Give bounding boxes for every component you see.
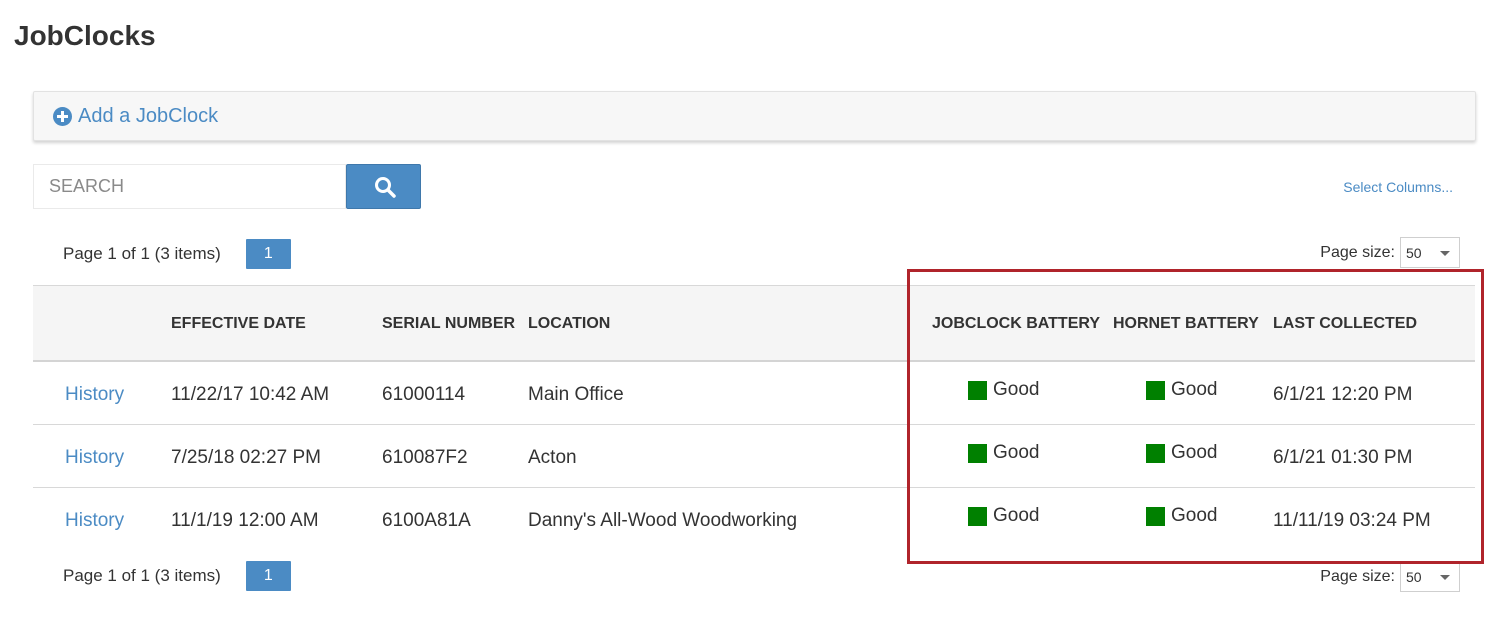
jobclock-battery-status: Good (993, 379, 1040, 400)
chevron-down-icon (1440, 251, 1450, 256)
page-number-button[interactable]: 1 (245, 239, 291, 269)
page-size-select[interactable]: 50 (1400, 561, 1460, 592)
column-header-location[interactable]: LOCATION (528, 315, 610, 333)
history-link[interactable]: History (65, 447, 124, 469)
search-input[interactable] (33, 164, 346, 209)
page-title: JobClocks (14, 20, 156, 51)
table-header: EFFECTIVE DATE SERIAL NUMBER LOCATION JO… (33, 285, 1475, 362)
column-header-effective-date[interactable]: EFFECTIVE DATE (171, 315, 306, 333)
serial-number-cell: 6100A81A (382, 510, 471, 531)
status-good-icon (1146, 380, 1165, 400)
add-jobclock-panel: Add a JobClock (33, 91, 1476, 141)
jobclocks-table: EFFECTIVE DATE SERIAL NUMBER LOCATION JO… (33, 285, 1475, 551)
serial-number-cell: 610087F2 (382, 447, 468, 468)
hornet-battery-status: Good (1171, 442, 1218, 463)
serial-number-cell: 61000114 (382, 384, 466, 405)
jobclock-battery-status: Good (993, 442, 1040, 463)
history-link[interactable]: History (65, 384, 124, 406)
table-row: History 7/25/18 02:27 PM 610087F2 Acton … (33, 425, 1475, 488)
jobclock-battery-cell: Good (968, 379, 1039, 401)
search-icon (375, 177, 396, 198)
page-size-label: Page size: (1320, 243, 1395, 261)
pager-bottom: Page 1 of 1 (3 items) 1 (63, 561, 291, 591)
last-collected-cell: 6/1/21 01:30 PM (1273, 447, 1413, 468)
hornet-battery-cell: Good (1146, 442, 1217, 464)
column-header-jobclock-battery[interactable]: JOBCLOCK BATTERY (932, 315, 1100, 333)
plus-circle-icon (53, 107, 72, 126)
page-number-button[interactable]: 1 (245, 561, 291, 591)
jobclock-battery-cell: Good (968, 442, 1039, 464)
page-size-select[interactable]: 50 (1400, 237, 1460, 268)
jobclock-battery-cell: Good (968, 505, 1039, 527)
location-cell: Danny's All-Wood Woodworking (528, 510, 798, 531)
page-size-top: Page size: 50 (1320, 237, 1460, 268)
chevron-down-icon (1440, 575, 1450, 580)
column-header-last-collected[interactable]: LAST COLLECTED (1273, 315, 1417, 333)
hornet-battery-status: Good (1171, 379, 1218, 400)
page-size-value: 50 (1406, 569, 1422, 585)
add-jobclock-link[interactable]: Add a JobClock (53, 105, 218, 128)
status-good-icon (968, 506, 987, 526)
column-header-hornet-battery[interactable]: HORNET BATTERY (1113, 315, 1259, 333)
location-cell: Acton (528, 447, 577, 468)
last-collected-cell: 6/1/21 12:20 PM (1273, 384, 1413, 405)
search-button[interactable] (346, 164, 421, 209)
pager-summary: Page 1 of 1 (3 items) (63, 244, 221, 263)
hornet-battery-cell: Good (1146, 379, 1217, 401)
effective-date-cell: 11/1/19 12:00 AM (171, 510, 319, 531)
page-size-value: 50 (1406, 245, 1422, 261)
page-size-label: Page size: (1320, 567, 1395, 585)
effective-date-cell: 7/25/18 02:27 PM (171, 447, 321, 468)
select-columns-link[interactable]: Select Columns... (1343, 179, 1453, 195)
pager-summary: Page 1 of 1 (3 items) (63, 566, 221, 585)
page-size-bottom: Page size: 50 (1320, 561, 1460, 592)
jobclock-battery-status: Good (993, 505, 1040, 526)
table-row: History 11/1/19 12:00 AM 6100A81A Danny'… (33, 488, 1475, 551)
table-row: History 11/22/17 10:42 AM 61000114 Main … (33, 362, 1475, 425)
status-good-icon (1146, 506, 1165, 526)
hornet-battery-cell: Good (1146, 505, 1217, 527)
pager-top: Page 1 of 1 (3 items) 1 (63, 239, 291, 269)
effective-date-cell: 11/22/17 10:42 AM (171, 384, 330, 405)
status-good-icon (968, 443, 987, 463)
status-good-icon (968, 380, 987, 400)
column-header-serial-number[interactable]: SERIAL NUMBER (382, 315, 515, 333)
status-good-icon (1146, 443, 1165, 463)
location-cell: Main Office (528, 384, 624, 405)
add-jobclock-label: Add a JobClock (78, 105, 219, 127)
last-collected-cell: 11/11/19 03:24 PM (1273, 510, 1431, 531)
hornet-battery-status: Good (1171, 505, 1218, 526)
history-link[interactable]: History (65, 510, 124, 532)
